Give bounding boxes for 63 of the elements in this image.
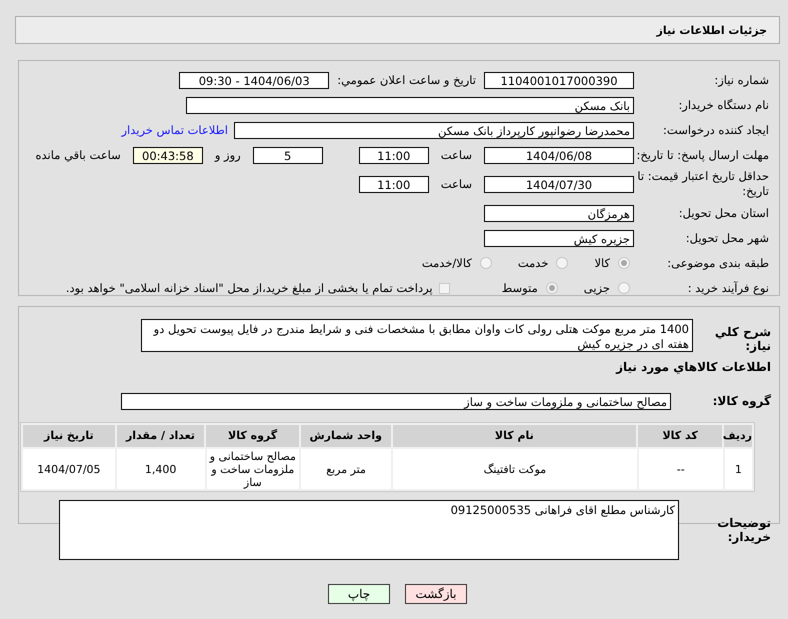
table-cell: 1,400 — [116, 449, 204, 489]
option-label: متوسط — [502, 281, 538, 295]
table-cell: موکت تافتینگ — [392, 449, 637, 489]
section-title: اطلاعات كالاهاي مورد نياز — [616, 360, 771, 374]
field-label: ایجاد کننده درخواست: — [662, 123, 769, 137]
field-label: شماره نیاز: — [713, 73, 769, 87]
table-cell: -- — [638, 449, 723, 489]
province-field: هرمزگان — [484, 204, 634, 222]
radio-button[interactable] — [546, 282, 558, 294]
field-label: گروه کالا: — [712, 394, 771, 408]
field-label: شرح كلي نياز: — [714, 324, 771, 353]
time-label: ساعت — [440, 148, 472, 162]
field-label: حداقل تاریخ اعتبار قیمت: تا تاریخ: — [636, 169, 769, 199]
field-label: مهلت ارسال پاسخ: تا تاریخ: — [635, 148, 769, 162]
option-label: کالا/خدمت — [422, 256, 472, 270]
column-header: تعداد / مقدار — [116, 425, 204, 447]
option-label: خدمت — [518, 256, 548, 270]
column-header: کد کالا — [638, 425, 722, 447]
remaining-label: ساعت باقي مانده — [36, 148, 121, 162]
column-header: ردیف — [724, 425, 752, 447]
field-label: نوع فرآیند خرید : — [686, 281, 769, 295]
back-button[interactable]: بازگشت — [405, 584, 467, 604]
column-header: نام کالا — [392, 425, 636, 447]
checkbox[interactable] — [438, 282, 450, 294]
table-cell: مصالح ساختمانی و ملزومات ساخت و ساز — [206, 449, 300, 489]
announce-date-field: 1404/06/03 - 09:30 — [179, 72, 330, 88]
days-field: 5 — [252, 146, 323, 164]
validity-time-field: 11:00 — [358, 176, 429, 192]
field-label: استان محل تحویل: — [678, 206, 769, 220]
table-cell: 1 — [724, 449, 752, 489]
description-field: 1400 متر مربع موکت هتلی رولی کات واوان مطابق با مشخصات فنی و شرایط مندرج در فایل پیوست تحویل دو هفته ای در جزیره کیش — [141, 319, 693, 352]
column-header: تاریخ نیاز — [23, 425, 115, 447]
days-label: روز و — [214, 148, 241, 162]
column-header: واحد شمارش — [300, 425, 391, 447]
goods-group-field: مصالح ساختمانی و ملزومات ساخت و ساز — [121, 392, 671, 410]
radio-button[interactable] — [618, 257, 630, 269]
field-label: طبقه بندی موضوعی: — [666, 256, 769, 270]
validity-date-field: 1404/07/30 — [484, 176, 634, 192]
payment-note: پرداخت تمام یا بخشی از مبلغ خرید،از محل "اسناد خزانه اسلامی" خواهد بود. — [66, 281, 433, 295]
field-label: تاریخ و ساعت اعلان عمومي: — [337, 73, 476, 87]
deadline-time-field: 11:00 — [358, 146, 429, 164]
need-number-field: 1104001017000390 — [484, 72, 634, 88]
column-header: گروه کالا — [206, 425, 299, 447]
table-cell: 1404/07/05 — [23, 449, 115, 489]
radio-button[interactable] — [618, 282, 630, 294]
buyer-notes-field: کارشناس مطلع اقای فراهانی 09125000535 — [59, 500, 679, 560]
option-label: جزیی — [584, 281, 610, 295]
field-label: توضیحات خریدار: — [716, 516, 771, 544]
print-button[interactable]: چاپ — [328, 584, 390, 604]
field-label: شهر محل تحویل: — [684, 231, 769, 245]
time-label: ساعت — [440, 177, 472, 191]
buyer-org-field: بانک مسکن — [186, 96, 634, 114]
page-title: جزئیات اطلاعات نیاز — [656, 24, 767, 36]
creator-field: محمدرضا رضوانپور کارپرداز بانک مسکن — [234, 122, 634, 138]
buyer-contact-link[interactable]: اطلاعات تماس خریدار — [121, 123, 228, 137]
city-field: جزیره کیش — [484, 230, 634, 246]
option-label: کالا — [594, 256, 610, 270]
radio-button[interactable] — [480, 257, 492, 269]
table-cell: متر مربع — [301, 449, 391, 489]
deadline-date-field: 1404/06/08 — [484, 146, 634, 164]
radio-button[interactable] — [556, 257, 568, 269]
field-label: نام دستگاه خریدار: — [677, 98, 769, 112]
remaining-time-field: 00:43:58 — [132, 146, 203, 164]
